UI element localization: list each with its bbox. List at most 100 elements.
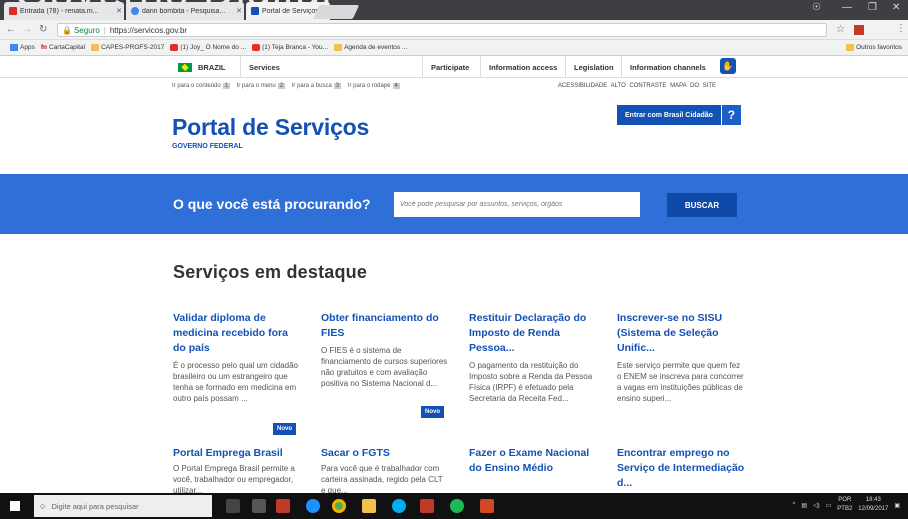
close-window-icon[interactable]: ✕ — [892, 2, 900, 13]
minimize-icon[interactable]: — — [842, 2, 852, 13]
gmail-icon — [9, 7, 17, 15]
forward-icon[interactable]: → — [22, 24, 32, 35]
separator: | — [103, 25, 106, 35]
taskbar-search-input[interactable]: ○ Digite aqui para pesquisar — [34, 495, 212, 517]
service-card[interactable]: Inscrever-se no SISU (Sistema de Seleção… — [617, 311, 745, 404]
user-icon[interactable]: ☉ — [812, 2, 821, 13]
volume-icon[interactable]: ◁) — [813, 502, 820, 509]
tab-label: darin bombita - Pesquisa... — [142, 7, 226, 15]
service-card[interactable]: Portal Emprega Brasil O Portal Emprega B… — [173, 446, 301, 496]
service-card-desc: O pagamento da restituição do Imposto so… — [469, 361, 593, 403]
apps-icon — [10, 44, 18, 51]
clock[interactable]: 18:43 12/09/2017 — [858, 496, 888, 514]
service-card-title[interactable]: Restituir Declaração do Imposto de Renda… — [469, 311, 597, 356]
participate-link[interactable]: Participate — [422, 56, 477, 78]
notification-icon[interactable]: ▣ — [894, 502, 900, 509]
brazil-flag-icon — [178, 62, 192, 72]
information-channels-link[interactable]: Information channels — [621, 56, 714, 78]
help-icon[interactable]: ? — [720, 105, 741, 125]
legislation-link[interactable]: Legislation — [565, 56, 622, 78]
sitemap-link[interactable]: MAPA DO SITE — [670, 83, 716, 89]
bookmark-agenda[interactable]: Agenda de eventos ... — [334, 44, 407, 51]
keyboard-icon[interactable]: ▭ — [826, 502, 832, 509]
explorer-icon[interactable] — [362, 499, 376, 513]
search-input[interactable] — [394, 192, 640, 217]
skip-search-link[interactable]: Ir para a busca — [292, 83, 332, 89]
service-card-title[interactable]: Obter financiamento do FIES — [321, 311, 449, 341]
high-contrast-link[interactable]: ALTO CONTRASTE — [611, 83, 667, 89]
services-link[interactable]: Services — [240, 56, 288, 78]
folder-icon — [846, 44, 855, 51]
reload-icon[interactable]: ↻ — [39, 24, 47, 35]
bookmark-capes[interactable]: CAPES-PROFS-2017 — [91, 44, 164, 51]
brazil-link[interactable]: BRAZIL — [172, 56, 234, 78]
service-card[interactable]: Sacar o FGTS Para você que é trabalhador… — [321, 446, 449, 496]
skip-footer-link[interactable]: Ir para o rodapé — [348, 83, 391, 89]
service-card-desc: Para você que é trabalhador com carteira… — [321, 464, 443, 495]
service-card[interactable]: Encontrar emprego no Serviço de Intermed… — [617, 446, 745, 491]
search-section: O que você está procurando? BUSCAR — [0, 174, 908, 234]
url-input[interactable]: 🔒 Seguro | https://servicos.gov.br — [57, 23, 827, 37]
skip-menu-link[interactable]: Ir para o menu — [237, 83, 276, 89]
site-brand[interactable]: Portal de Serviços GOVERNO FEDERAL — [172, 114, 369, 150]
maximize-icon[interactable]: ❐ — [868, 2, 877, 13]
service-card-title[interactable]: Portal Emprega Brasil — [173, 446, 301, 461]
new-badge: Novo — [273, 423, 296, 435]
browser-titlebar: Governo Digital Entrada (78) - renata.m.… — [0, 0, 908, 20]
bookmark-other[interactable]: Outros favoritos — [846, 44, 902, 51]
service-card-title[interactable]: Fazer o Exame Nacional do Ensino Médio — [469, 446, 597, 476]
url-text: https://servicos.gov.br — [109, 25, 188, 35]
skype-icon[interactable] — [392, 499, 406, 513]
chrome-icon[interactable] — [332, 499, 346, 513]
close-icon[interactable]: ✕ — [234, 7, 244, 15]
new-tab-button[interactable] — [312, 5, 360, 19]
new-badge: Novo — [421, 406, 444, 418]
back-icon[interactable]: ← — [6, 24, 16, 35]
task-view-icon[interactable] — [252, 499, 266, 513]
youtube-icon — [170, 44, 179, 51]
star-icon[interactable]: ☆ — [836, 24, 845, 35]
search-button[interactable]: BUSCAR — [667, 193, 737, 217]
featured-title: Serviços em destaque — [173, 262, 368, 282]
browser-tab-gmail[interactable]: Entrada (78) - renata.m... ✕ — [4, 2, 124, 20]
bookmark-cartacapital[interactable]: fn CartaCapital — [41, 44, 85, 51]
service-card[interactable]: Fazer o Exame Nacional do Ensino Médio — [469, 446, 597, 476]
secure-label: Seguro — [73, 25, 100, 35]
chevron-up-icon[interactable]: ^ — [792, 502, 795, 508]
accessibility-link[interactable]: ACESSIBILIDADE — [558, 83, 607, 89]
skip-content-link[interactable]: Ir para o conteúdo — [172, 83, 221, 89]
cortana-icon: ○ — [40, 501, 46, 511]
spotify-icon[interactable] — [450, 499, 464, 513]
input-language[interactable]: POR PTB2 — [837, 496, 852, 514]
service-card-title[interactable]: Sacar o FGTS — [321, 446, 449, 461]
bookmark-apps[interactable]: Apps — [10, 44, 35, 51]
address-bar: ← → ↻ 🔒 Seguro | https://servicos.gov.br… — [0, 20, 908, 40]
close-icon[interactable]: ✕ — [114, 7, 124, 15]
menu-icon[interactable]: ⋮ — [896, 23, 906, 34]
information-access-link[interactable]: Information access — [480, 56, 565, 78]
windows-start-icon[interactable] — [10, 501, 20, 511]
service-card[interactable]: Obter financiamento do FIES O FIES é o s… — [321, 311, 449, 389]
search-heading: O que você está procurando? — [173, 196, 371, 212]
bookmark-teja[interactable]: (1) Teja Branca - You... — [252, 44, 328, 51]
service-card-desc: É o processo pelo qual um cidadão brasil… — [173, 361, 298, 403]
antivirus-icon[interactable] — [420, 499, 434, 513]
powerpoint-icon[interactable] — [480, 499, 494, 513]
login-button[interactable]: Entrar com Brasil Cidadão ? — [617, 105, 741, 125]
acrobat-icon[interactable] — [276, 499, 290, 513]
service-card[interactable]: Restituir Declaração do Imposto de Renda… — [469, 311, 597, 404]
bookmark-joy[interactable]: (1) Joy_ O Nome do ... — [170, 44, 246, 51]
mic-icon[interactable] — [226, 499, 240, 513]
service-card-title[interactable]: Inscrever-se no SISU (Sistema de Seleção… — [617, 311, 745, 356]
acrobat-extension-icon[interactable] — [854, 25, 864, 35]
vlibras-icon[interactable]: ✋ — [720, 58, 736, 74]
service-card-title[interactable]: Encontrar emprego no Serviço de Intermed… — [617, 446, 745, 491]
gov-barra: BRAZIL Services Participate Information … — [0, 56, 908, 78]
bookmarks-bar: Apps fn CartaCapital CAPES-PROFS-2017 (1)… — [0, 40, 908, 56]
edge-icon[interactable] — [306, 499, 320, 513]
browser-tab-google[interactable]: darin bombita - Pesquisa... ✕ — [126, 2, 244, 20]
lock-icon: 🔒 — [62, 25, 72, 35]
service-card[interactable]: Validar diploma de medicina recebido for… — [173, 311, 301, 404]
service-card-title[interactable]: Validar diploma de medicina recebido for… — [173, 311, 301, 356]
network-icon[interactable]: ▤ — [801, 502, 807, 509]
